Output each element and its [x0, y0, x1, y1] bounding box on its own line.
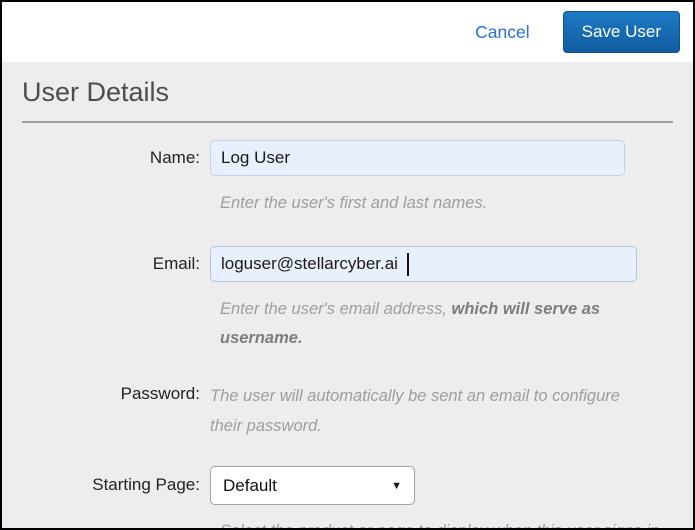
password-control: The user will automatically be sent an e…	[210, 382, 673, 441]
name-label: Name:	[22, 140, 210, 168]
name-input[interactable]	[210, 140, 625, 176]
starting-page-row: Starting Page: Default ▼	[22, 466, 673, 505]
email-label: Email:	[22, 246, 210, 274]
email-row: Email:	[22, 246, 673, 282]
password-helper-text: The user will automatically be sent an e…	[210, 382, 644, 441]
user-details-window: Cancel Save User User Details Name: Ente…	[0, 0, 695, 530]
name-row: Name:	[22, 140, 673, 176]
starting-page-control: Default ▼	[210, 466, 673, 505]
email-helper-normal: Enter the user's email address,	[220, 300, 452, 318]
password-row: Password: The user will automatically be…	[22, 382, 673, 441]
save-user-button[interactable]: Save User	[563, 11, 680, 53]
action-bar: Cancel Save User	[2, 2, 693, 62]
chevron-down-icon: ▼	[391, 480, 402, 492]
name-helper-text: Enter the user's first and last names.	[220, 189, 654, 219]
starting-page-label: Starting Page:	[22, 466, 210, 495]
email-helper-text: Enter the user's email address, which wi…	[220, 295, 654, 354]
starting-page-selected-value: Default	[223, 476, 277, 496]
email-control	[210, 246, 673, 282]
cancel-button[interactable]: Cancel	[475, 22, 529, 43]
email-input[interactable]	[210, 246, 637, 282]
starting-page-helper-text: Select the product or page to display wh…	[220, 517, 672, 530]
text-caret	[407, 253, 409, 276]
page-title: User Details	[22, 77, 673, 108]
title-divider	[22, 121, 673, 123]
starting-page-select[interactable]: Default ▼	[210, 466, 415, 505]
password-label: Password:	[22, 382, 210, 404]
form-panel: User Details Name: Enter the user's firs…	[2, 62, 693, 530]
name-control	[210, 140, 673, 176]
